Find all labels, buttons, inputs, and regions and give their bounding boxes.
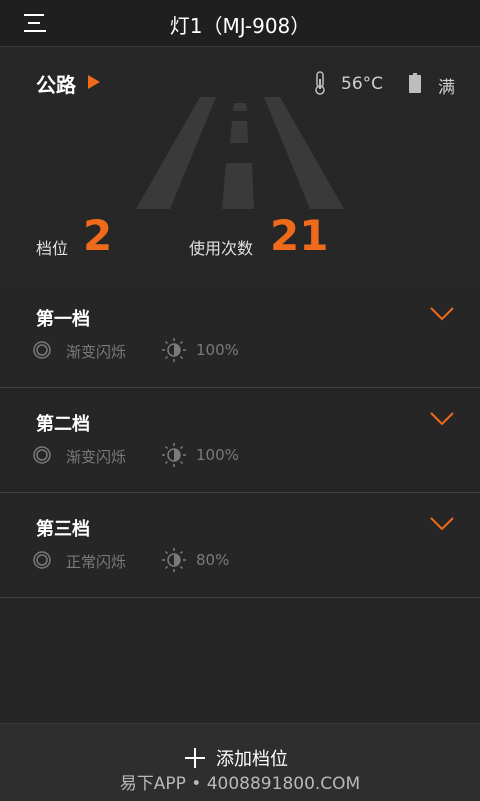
app-header: 灯1（MJ-908） — [0, 0, 480, 47]
temperature-value: 56°C — [341, 74, 384, 94]
brightness-text: 100% — [196, 446, 239, 464]
gear-item-3[interactable]: 第三档 正常闪烁 80% — [0, 493, 480, 598]
brightness-text: 80% — [196, 551, 230, 569]
status-panel: 公路 56°C 满 档位 2 使用次数 21 — [0, 47, 480, 283]
flash-mode-icon — [33, 341, 51, 359]
thermometer-icon — [315, 71, 325, 95]
mode-label[interactable]: 公路 — [36, 69, 76, 98]
flash-mode-text: 正常闪烁 — [66, 553, 127, 571]
flash-mode-text: 渐变闪烁 — [66, 343, 127, 361]
flash-mode-text: 渐变闪烁 — [66, 448, 127, 466]
uses-value: 21 — [270, 211, 329, 260]
gear-name: 第一档 — [36, 309, 90, 330]
play-arrow-icon[interactable] — [88, 75, 100, 89]
brightness-icon — [162, 443, 186, 467]
watermark-text: 易下APP • 4008891800.COM — [119, 774, 361, 794]
gear-item-2[interactable]: 第二档 渐变闪烁 100% — [0, 388, 480, 493]
uses-label: 使用次数 — [189, 239, 254, 258]
gear-item-1[interactable]: 第一档 渐变闪烁 100% — [0, 283, 480, 388]
chevron-down-icon[interactable] — [430, 412, 454, 426]
gear-list: 第一档 渐变闪烁 100% 第二档 渐变闪烁 100% 第三档 正常闪烁 80% — [0, 283, 480, 598]
chevron-down-icon[interactable] — [430, 517, 454, 531]
brightness-icon — [162, 548, 186, 572]
gear-label: 档位 — [36, 239, 69, 258]
add-gear-label: 添加档位 — [216, 749, 288, 770]
gear-name: 第二档 — [36, 414, 90, 435]
plus-icon — [185, 748, 205, 768]
gear-name: 第三档 — [36, 519, 90, 540]
battery-icon — [409, 73, 421, 93]
flash-mode-icon — [33, 446, 51, 464]
battery-value: 满 — [438, 78, 455, 98]
gear-value: 2 — [83, 211, 113, 260]
flash-mode-icon — [33, 551, 51, 569]
brightness-text: 100% — [196, 341, 239, 359]
footer-bar: 添加档位 易下APP • 4008891800.COM — [0, 723, 480, 801]
chevron-down-icon[interactable] — [430, 307, 454, 321]
brightness-icon — [162, 338, 186, 362]
road-illustration — [136, 97, 344, 209]
page-title: 灯1（MJ-908） — [169, 14, 311, 38]
